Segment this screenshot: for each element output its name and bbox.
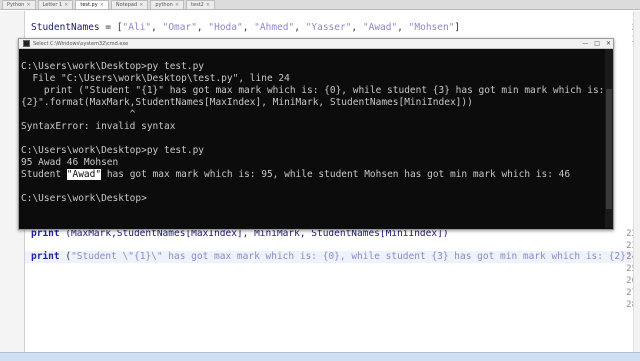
variable-name: StudentNames	[31, 22, 100, 33]
tab-notepad[interactable]: Notepad ×	[110, 0, 149, 9]
tab-test-py[interactable]: test.py ×	[75, 0, 109, 9]
tab-label: python	[155, 2, 173, 8]
close-icon[interactable]: ×	[206, 1, 210, 9]
string-literal: "Omar"	[162, 22, 197, 33]
string-literal: "Mohsen"	[408, 22, 455, 33]
tab-strip: Python × Letter 1 × test.py × Notepad × pyth…	[0, 0, 640, 10]
cmd-title: Select C:\Windows\system32\cmd.exe	[33, 40, 129, 47]
string-literal: "Ahmed"	[254, 22, 295, 33]
terminal-line: ^	[21, 109, 136, 120]
cmd-scrollbar[interactable]	[605, 49, 613, 228]
string-literal: "Ali"	[122, 22, 152, 33]
cmd-output[interactable]: C:\Users\work\Desktop>py test.py File "C…	[19, 49, 613, 228]
close-icon[interactable]: ×	[175, 1, 179, 9]
string-literal: "Awad"	[362, 22, 398, 33]
tab-label: Python	[7, 2, 25, 8]
terminal-line: SyntaxError: invalid syntax	[21, 121, 176, 132]
close-icon[interactable]: ×	[26, 1, 30, 9]
string-literal: "Hoda"	[208, 22, 243, 33]
tab-label: test.py	[80, 2, 98, 8]
tab-label: Notepad	[115, 2, 138, 8]
terminal-line: C:\Users\work\Desktop>py test.py	[21, 61, 205, 72]
bracket: ]	[454, 22, 461, 33]
minimize-icon[interactable]: —	[582, 39, 588, 49]
operator: = [	[99, 22, 123, 33]
terminal-line: File "C:\Users\work\Desktop\test.py", li…	[21, 73, 290, 84]
cmd-icon	[23, 40, 30, 47]
scrollbar-thumb[interactable]	[606, 89, 612, 209]
tab-label: test2	[191, 2, 204, 8]
selected-text[interactable]: "Awad"	[66, 169, 102, 180]
string-literal: "Student \"{1}\" has got max mark which …	[71, 251, 638, 262]
tab-python[interactable]: Python ×	[2, 0, 36, 9]
tab-test2[interactable]: test2 ×	[186, 0, 216, 9]
terminal-line: print ("Student "{1}" has got max mark w…	[21, 85, 605, 96]
tab-label: Letter 1	[42, 2, 63, 8]
terminal-line: C:\Users\work\Desktop>py test.py	[21, 145, 205, 156]
output-text: has got max mark which is: 95, while stu…	[101, 169, 571, 180]
code-line-24[interactable]: print ("Student \"{1}\" has got max mark…	[31, 251, 637, 262]
terminal-line: {2}".format(MaxMark,StudentNames[MaxInde…	[21, 97, 473, 108]
cmd-window[interactable]: Select C:\Windows\system32\cmd.exe — □ ✕…	[18, 38, 614, 230]
terminal-prompt[interactable]: C:\Users\work\Desktop>	[21, 193, 147, 204]
terminal-line: 95 Awad 46 Mohsen	[21, 157, 119, 168]
terminal-output-line: Student "Awad" has got max mark which is…	[21, 169, 570, 180]
code-line-2[interactable]: StudentNames = ["Ali", "Omar", "Hoda", "…	[31, 22, 460, 33]
output-text: Student	[21, 169, 67, 180]
print-keyword: print	[31, 251, 60, 262]
maximize-icon[interactable]: □	[594, 39, 600, 49]
tab-letter[interactable]: Letter 1 ×	[37, 0, 74, 9]
close-icon[interactable]: ×	[64, 1, 68, 9]
tab-python-2[interactable]: python ×	[150, 0, 185, 9]
cmd-title-bar[interactable]: Select C:\Windows\system32\cmd.exe — □ ✕	[19, 39, 613, 49]
string-literal: "Yasser"	[305, 22, 352, 33]
close-icon[interactable]: ✕	[606, 39, 611, 49]
close-icon[interactable]: ×	[100, 1, 104, 9]
close-icon[interactable]: ×	[139, 1, 143, 9]
editor-scrollbar[interactable]	[633, 11, 640, 352]
